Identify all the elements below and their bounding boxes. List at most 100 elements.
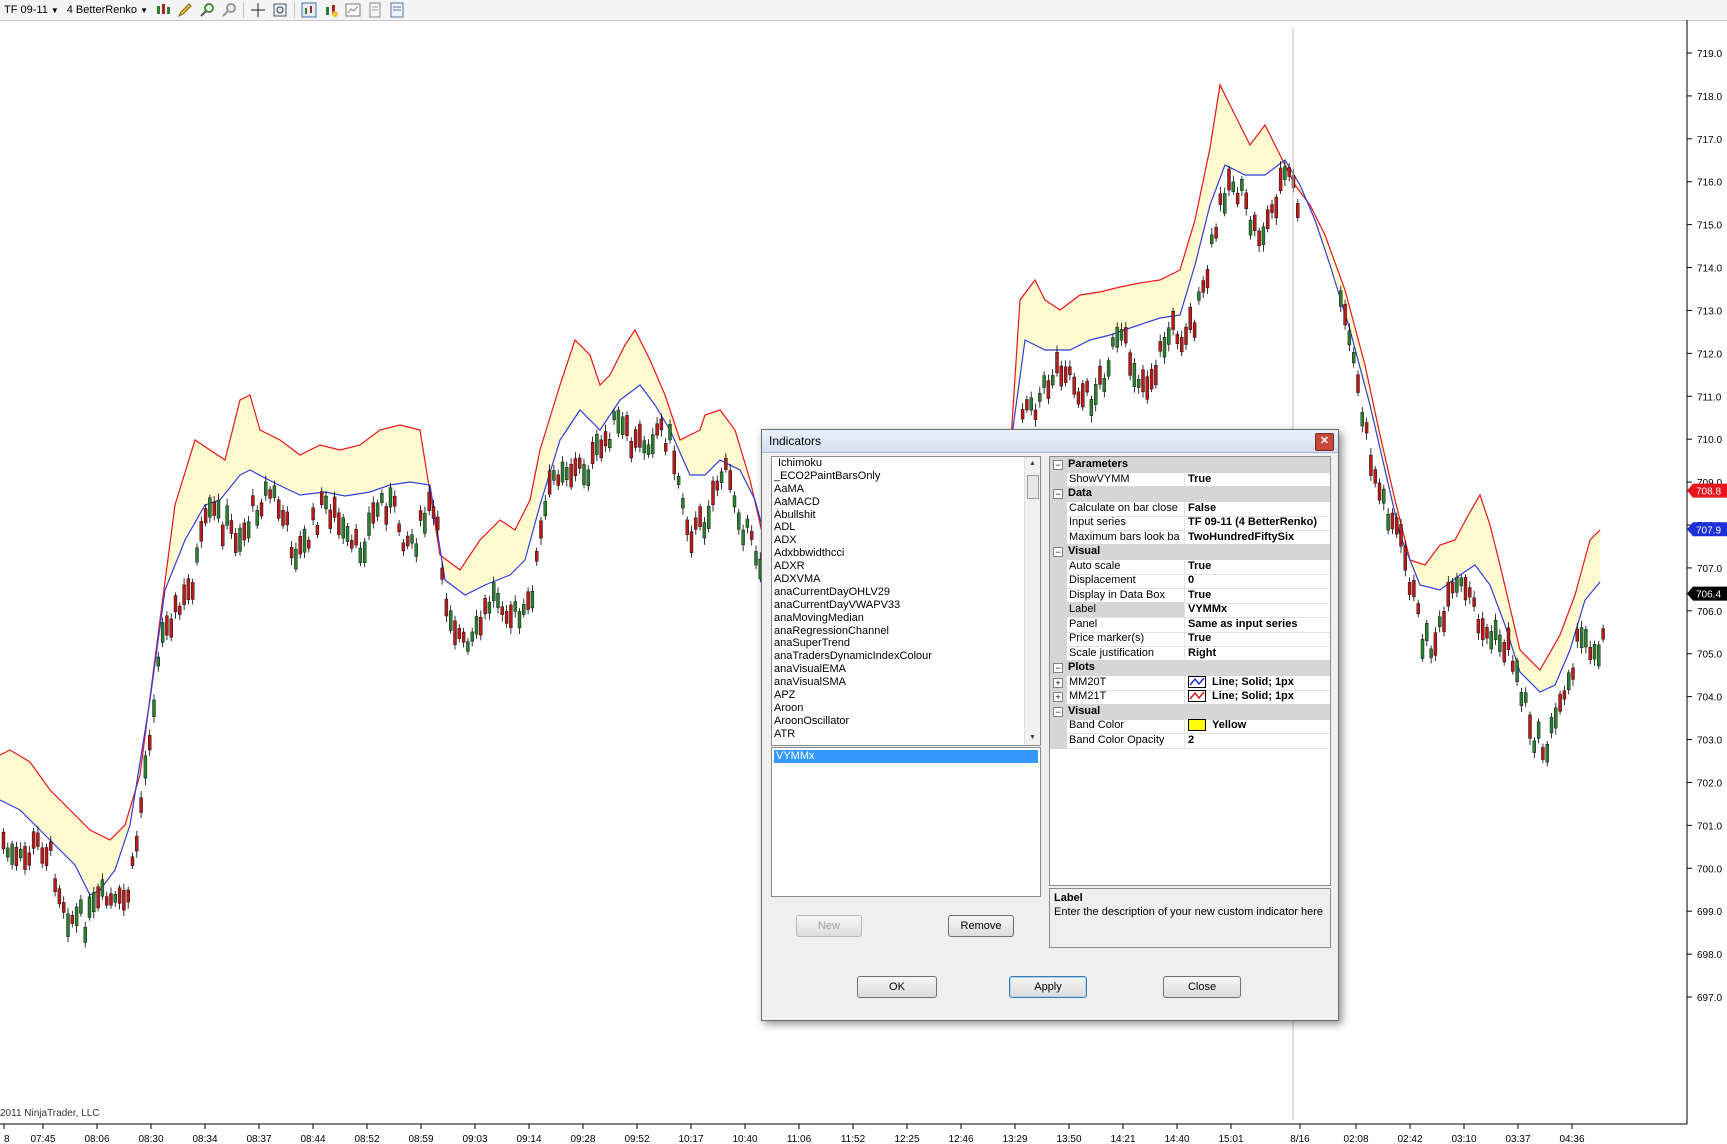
indicator-list-item[interactable]: Aroon (772, 702, 1040, 715)
time-label: 10:17 (678, 1134, 703, 1144)
indicator-list-item[interactable]: Abullshit (772, 509, 1040, 522)
price-bar (199, 521, 204, 542)
indicator-list-item[interactable]: anaVisualEMA (772, 663, 1040, 676)
magnifier-icon[interactable] (272, 2, 288, 18)
price-bar (233, 533, 238, 553)
price-bar (1364, 422, 1369, 434)
price-bar (681, 498, 685, 509)
price-bar (393, 495, 397, 507)
price-bar (74, 906, 79, 927)
price-bar (1025, 399, 1029, 411)
property-value-text: TF 09-11 (4 BetterRenko) (1188, 516, 1317, 528)
price-bar (10, 843, 14, 865)
price-bar (530, 590, 535, 609)
crosshair-icon[interactable] (250, 2, 266, 18)
collapse-icon[interactable]: − (1053, 547, 1063, 557)
close-icon[interactable]: ✕ (1315, 433, 1334, 451)
price-bar (1459, 577, 1463, 587)
price-bar (156, 656, 161, 667)
indicator-list-item[interactable]: ADXR (772, 560, 1040, 573)
ok-button[interactable]: OK (857, 976, 937, 998)
dialog-title-bar[interactable]: Indicators ✕ (762, 430, 1338, 453)
indicator-list-item[interactable]: AaMACD (772, 496, 1040, 509)
property-grid[interactable]: − Parameters ShowVYMM True − Data Calculate on… (1049, 456, 1331, 886)
price-bar (272, 485, 277, 498)
price-bar (1050, 375, 1055, 386)
properties-icon[interactable] (389, 2, 405, 18)
collapse-icon[interactable]: − (1053, 460, 1063, 470)
indicator-list-item[interactable]: ADXVMA (772, 573, 1040, 586)
price-bar (582, 464, 586, 486)
apply-button[interactable]: Apply (1009, 976, 1087, 998)
new-button[interactable]: New (796, 915, 862, 937)
property-value-text: True (1188, 588, 1212, 601)
indicator-list-item[interactable]: anaVisualSMA (772, 676, 1040, 689)
indicator-list-item[interactable]: anaCurrentDayOHLV29 (772, 586, 1040, 599)
price-bar (1081, 383, 1085, 408)
remove-button[interactable]: Remove (948, 915, 1014, 937)
price-bar (178, 605, 182, 615)
row-gutter (1050, 732, 1066, 749)
price-bar (1038, 392, 1042, 402)
collapse-icon[interactable]: − (1053, 489, 1063, 499)
strategies-icon[interactable] (323, 2, 339, 18)
indicator-list-item[interactable]: anaRegressionChannel (772, 625, 1040, 638)
indicator-list-item[interactable]: ATR (772, 728, 1040, 741)
instrument-selector[interactable]: TF 09-11 ▼ (0, 1, 63, 19)
price-bar (1248, 219, 1253, 236)
indicator-list-item[interactable]: Ichimoku (772, 457, 1040, 470)
price-bar (732, 495, 737, 508)
indicator-list-item[interactable]: _ECO2PaintBarsOnly (772, 470, 1040, 483)
indicator-list-item[interactable]: anaTradersDynamicIndexColour (772, 650, 1040, 663)
scroll-thumb[interactable] (1027, 475, 1039, 499)
indicator-list-item[interactable]: Adxbbwidthcci (772, 547, 1040, 560)
scroll-up-icon[interactable]: ▲ (1025, 457, 1040, 471)
zoom-out-icon[interactable] (221, 2, 237, 18)
scroll-down-icon[interactable]: ▼ (1025, 731, 1040, 745)
price-bar (474, 616, 479, 635)
price-bar (1377, 482, 1382, 501)
price-bar (440, 567, 444, 580)
zoom-in-icon[interactable] (199, 2, 215, 18)
applied-indicator-item[interactable]: VYMMx (774, 750, 1038, 763)
indicator-list-item[interactable]: ADL (772, 521, 1040, 534)
collapse-icon[interactable]: − (1053, 706, 1063, 717)
indicator-list-item[interactable]: AaMA (772, 483, 1040, 496)
price-label: 711.0 (1697, 392, 1722, 403)
chart-style-icon[interactable] (345, 2, 361, 18)
price-bar (547, 470, 552, 495)
price-bar (1480, 618, 1485, 640)
indicator-list[interactable]: Ichimoku _ECO2PaintBarsOnly AaMA AaMACD Abul… (771, 456, 1041, 746)
pencil-draw-icon[interactable] (177, 2, 193, 18)
expand-icon[interactable]: + (1053, 692, 1063, 702)
close-button[interactable]: Close (1163, 976, 1241, 998)
property-value-text: Line; Solid; 1px (1212, 675, 1294, 688)
indicator-list-item[interactable]: AroonOscillator (772, 715, 1040, 728)
price-bar (526, 591, 530, 610)
price-bar (401, 542, 406, 552)
price-bar (590, 442, 595, 464)
collapse-icon[interactable]: − (1053, 663, 1063, 673)
price-bar (449, 610, 453, 631)
time-label: 09:52 (624, 1134, 649, 1144)
property-row[interactable]: Band Color Opacity 2 (1050, 732, 1330, 749)
indicator-list-scrollbar[interactable]: ▲ ▼ (1024, 457, 1040, 745)
property-value[interactable]: 2 (1184, 732, 1330, 749)
price-bar (1373, 469, 1377, 484)
indicator-list-item[interactable]: anaMovingMedian (772, 612, 1040, 625)
candlestick-icon[interactable] (155, 2, 171, 18)
data-box-icon[interactable] (367, 2, 383, 18)
price-bar (190, 582, 195, 600)
indicator-list-item[interactable]: anaCurrentDayVWAPV33 (772, 599, 1040, 612)
applied-indicators-list[interactable]: VYMMx (771, 747, 1041, 897)
bar-type-selector[interactable]: 4 BetterRenko ▼ (63, 1, 152, 19)
price-bar (436, 516, 440, 531)
price-label: 713.0 (1697, 306, 1722, 317)
indicators-icon[interactable] (301, 2, 317, 18)
time-label: 03:37 (1505, 1134, 1530, 1144)
price-bar (1257, 230, 1261, 247)
indicator-list-item[interactable]: ADX (772, 534, 1040, 547)
indicator-list-item[interactable]: APZ (772, 689, 1040, 702)
expand-icon[interactable]: + (1053, 677, 1063, 688)
indicator-list-item[interactable]: anaSuperTrend (772, 637, 1040, 650)
